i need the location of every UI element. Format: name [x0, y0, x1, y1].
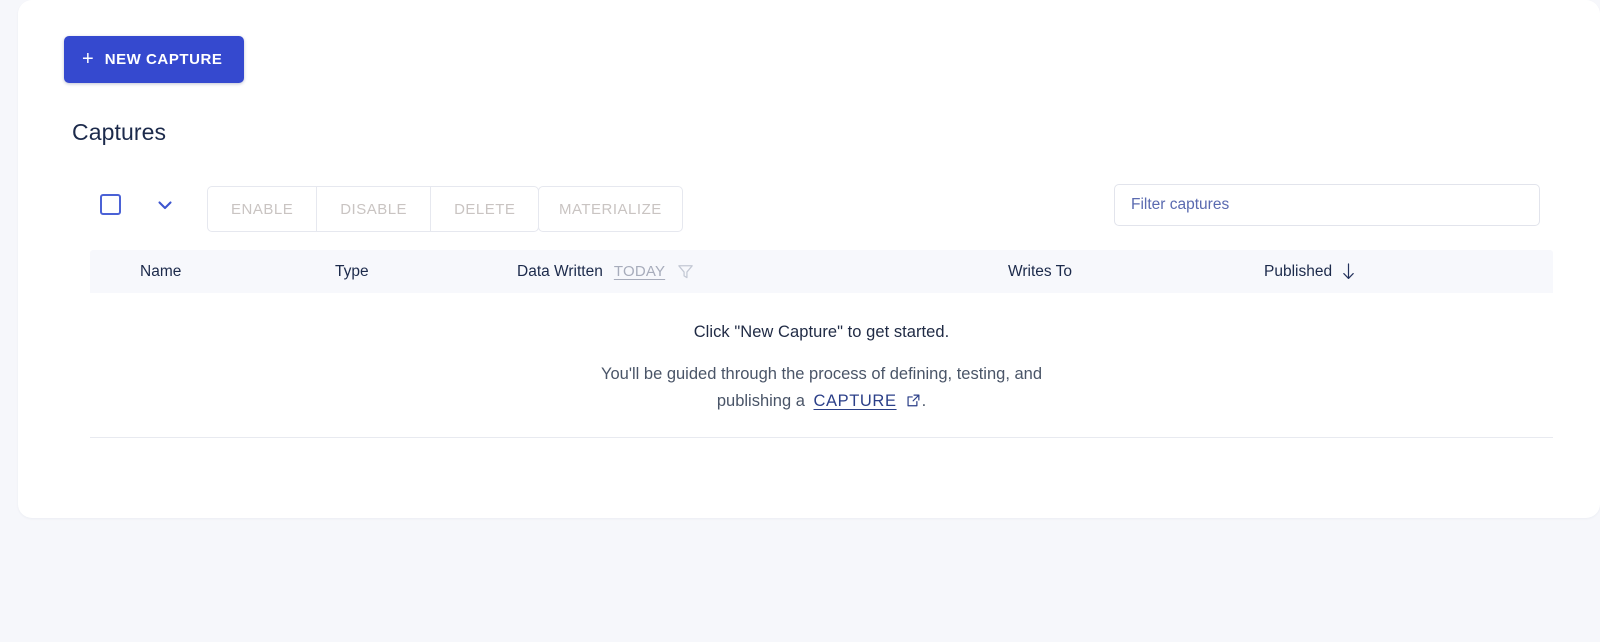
- empty-state-title: Click "New Capture" to get started.: [693, 323, 950, 341]
- column-header-name[interactable]: Name: [140, 250, 181, 293]
- new-capture-button[interactable]: + NEW CAPTURE: [64, 36, 245, 83]
- external-link-icon[interactable]: [906, 390, 921, 407]
- captures-toolbar: ENABLE DISABLE DELETE MATERIALIZE: [72, 184, 1562, 232]
- column-header-name-label: Name: [140, 262, 182, 280]
- empty-state-description: You'll be guided through the process of …: [572, 361, 1072, 415]
- captures-page-card: + NEW CAPTURE Captures ENABLE DISABLE DE…: [18, 0, 1600, 518]
- funnel-icon[interactable]: [676, 262, 695, 281]
- empty-state: Click "New Capture" to get started. You'…: [90, 293, 1553, 437]
- column-header-writes-to-label: Writes To: [1008, 262, 1073, 280]
- table-bottom-divider: [90, 437, 1553, 438]
- chevron-down-icon[interactable]: [152, 192, 178, 218]
- new-capture-button-label: NEW CAPTURE: [104, 51, 223, 68]
- filter-captures-input[interactable]: [1114, 184, 1540, 226]
- column-header-published[interactable]: Published: [1264, 250, 1357, 293]
- disable-button[interactable]: DISABLE: [317, 186, 432, 232]
- bulk-action-button-group: ENABLE DISABLE DELETE: [207, 186, 540, 232]
- select-all-checkbox[interactable]: [100, 194, 121, 215]
- empty-state-description-suffix: .: [921, 392, 927, 410]
- column-header-data-written[interactable]: Data Written TODAY: [517, 250, 695, 293]
- enable-button[interactable]: ENABLE: [207, 186, 318, 232]
- delete-button[interactable]: DELETE: [431, 186, 540, 232]
- table-header-row: Name Type Data Written TODAY Writes To P…: [90, 250, 1553, 293]
- captures-table: Name Type Data Written TODAY Writes To P…: [90, 250, 1553, 293]
- column-header-type-label: Type: [335, 262, 369, 280]
- plus-icon: +: [82, 47, 94, 70]
- capture-docs-link[interactable]: CAPTURE: [814, 392, 897, 410]
- column-header-writes-to[interactable]: Writes To: [1008, 250, 1072, 293]
- filter-captures-field: [1114, 184, 1540, 226]
- column-header-published-label: Published: [1264, 262, 1333, 280]
- column-header-type[interactable]: Type: [335, 250, 369, 293]
- data-written-today-filter[interactable]: TODAY: [614, 263, 665, 280]
- materialize-button[interactable]: MATERIALIZE: [538, 186, 683, 232]
- arrow-down-icon[interactable]: [1340, 262, 1357, 281]
- page-title: Captures: [72, 119, 167, 145]
- column-header-data-written-label: Data Written: [517, 262, 603, 280]
